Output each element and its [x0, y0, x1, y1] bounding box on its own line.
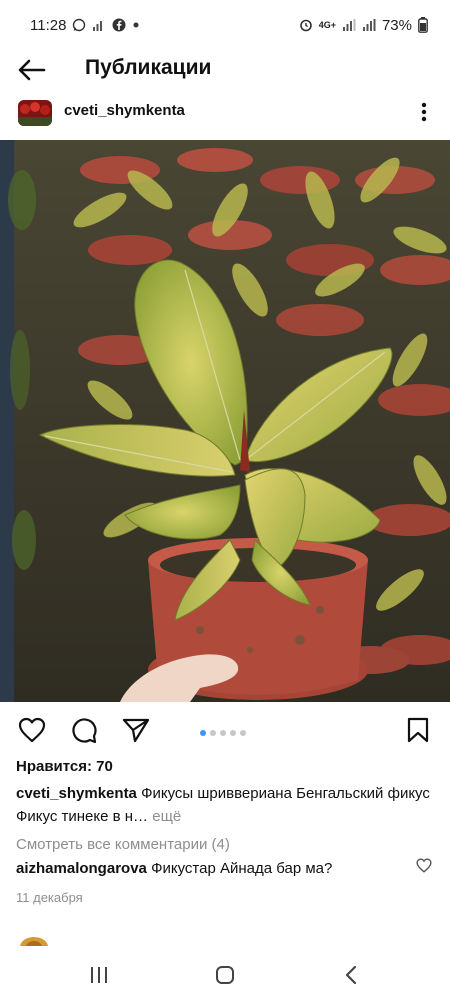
app-header: Публикации — [0, 50, 450, 90]
post-image[interactable] — [0, 140, 450, 702]
facebook-icon — [112, 18, 126, 32]
system-nav-bar — [0, 950, 450, 1000]
plant-photo — [0, 140, 450, 702]
back-button[interactable] — [16, 54, 48, 86]
caption-username[interactable]: cveti_shymkenta — [16, 785, 137, 802]
carousel-dot — [240, 730, 246, 736]
battery-icon — [418, 17, 428, 33]
signal-icon — [342, 18, 356, 32]
carousel-dot — [200, 730, 206, 736]
home-icon — [216, 966, 234, 984]
back-arrow-icon — [18, 59, 46, 81]
save-button[interactable] — [402, 714, 434, 746]
nav-back-button[interactable] — [336, 960, 366, 990]
back-icon — [345, 965, 357, 985]
recent-apps-icon — [91, 967, 107, 983]
alarm-icon — [299, 18, 313, 32]
avatar[interactable] — [18, 100, 52, 126]
signal-icon — [362, 18, 376, 32]
post-caption: cveti_shymkenta Фикусы шриввериана Бенга… — [16, 782, 436, 828]
share-button[interactable] — [120, 714, 152, 746]
like-button[interactable] — [16, 714, 48, 746]
bookmark-icon — [407, 717, 429, 743]
comment-row: aizhamalongarova Фикустар Айнада бар ма? — [16, 860, 406, 877]
post-header: cveti_shymkenta — [0, 92, 450, 130]
carousel-indicator — [200, 730, 246, 736]
send-icon — [122, 718, 150, 743]
signal-icon — [92, 18, 106, 32]
heart-icon — [416, 858, 432, 873]
dot-icon — [132, 21, 140, 29]
comment-button[interactable] — [68, 714, 100, 746]
status-bar: 11:28 4G+ 73% — [0, 0, 450, 50]
status-right: 4G+ 73% — [299, 17, 428, 34]
whatsapp-icon — [72, 18, 86, 32]
comment-text: Фикустар Айнада бар ма? — [151, 860, 333, 877]
post-date: 11 декабря — [16, 890, 83, 905]
network-label: 4G+ — [318, 20, 336, 30]
comment-username[interactable]: aizhamalongarova — [16, 860, 147, 877]
status-left: 11:28 — [30, 17, 140, 34]
carousel-dot — [230, 730, 236, 736]
carousel-dot — [220, 730, 226, 736]
caption-more-link[interactable]: ещё — [152, 808, 181, 825]
likes-count[interactable]: Нравится: 70 — [16, 758, 113, 775]
home-button[interactable] — [210, 960, 240, 990]
recent-apps-button[interactable] — [84, 960, 114, 990]
more-vertical-icon — [421, 102, 427, 122]
view-all-comments-link[interactable]: Смотреть все комментарии (4) — [16, 836, 230, 853]
post-username[interactable]: cveti_shymkenta — [64, 102, 185, 119]
comment-like-button[interactable] — [416, 858, 434, 876]
battery-percent: 73% — [381, 16, 412, 34]
post-actions — [0, 706, 450, 752]
page-title: Публикации — [85, 56, 212, 79]
carousel-dot — [210, 730, 216, 736]
comment-icon — [72, 718, 97, 744]
more-options-button[interactable] — [412, 98, 436, 126]
next-post-avatar[interactable] — [18, 934, 50, 946]
heart-icon — [18, 717, 46, 743]
status-time: 11:28 — [30, 16, 67, 34]
